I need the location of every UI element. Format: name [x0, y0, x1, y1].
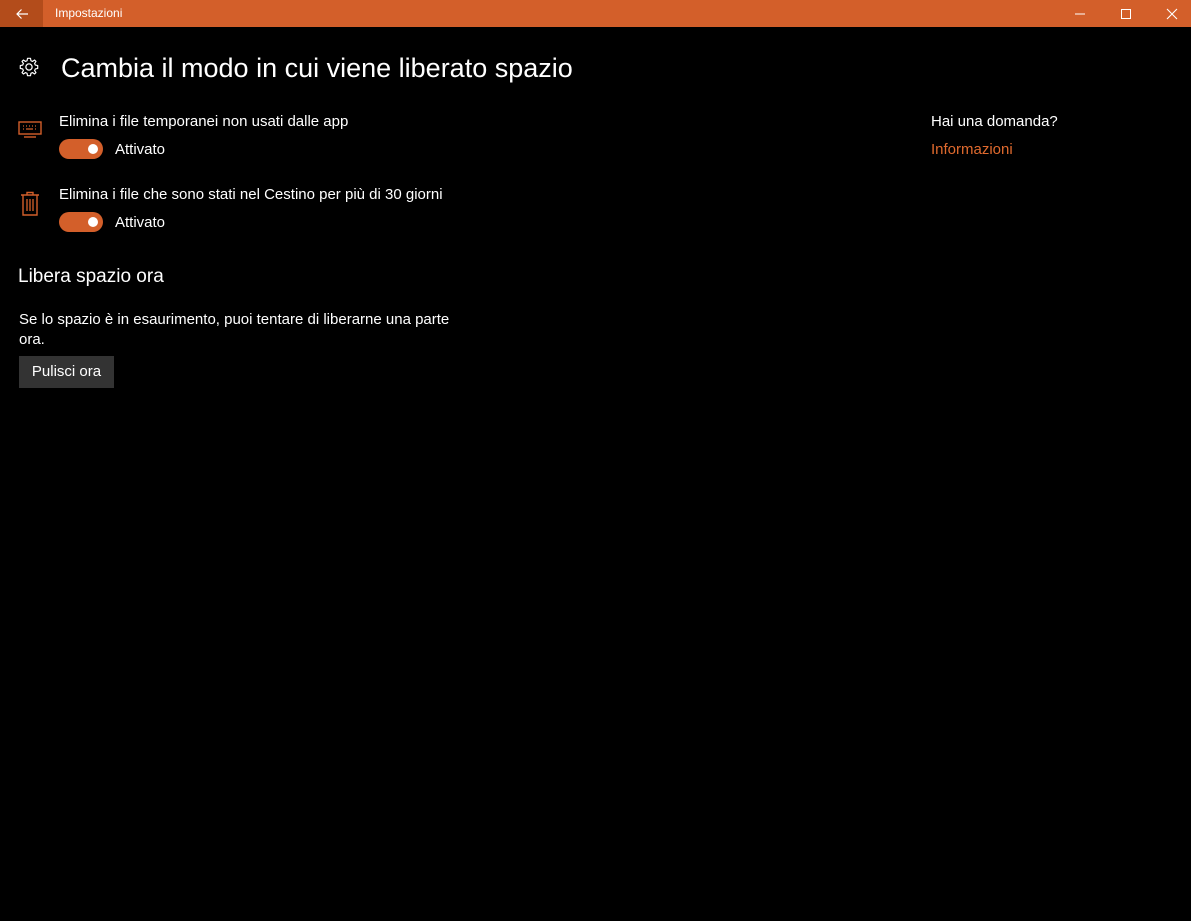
toggle-state-temp-files: Attivato	[115, 141, 166, 158]
gear-icon	[19, 57, 39, 77]
section-title-free-space: Libera spazio ora	[18, 266, 164, 287]
section-description: Se lo spazio è in esaurimento, puoi tent…	[19, 311, 450, 348]
minimize-button[interactable]	[1057, 0, 1103, 27]
minimize-icon	[1075, 13, 1085, 14]
clean-now-button[interactable]: Pulisci ora	[19, 356, 114, 388]
help-title: Hai una domanda?	[931, 113, 1058, 130]
window-title: Impostazioni	[55, 6, 123, 20]
trash-bin-icon	[21, 191, 39, 216]
title-bar: Impostazioni	[0, 0, 1191, 27]
setting-label-recycle-bin: Elimina i file che sono stati nel Cestin…	[59, 186, 443, 203]
toggle-state-recycle-bin: Attivato	[115, 214, 166, 231]
close-icon	[1166, 8, 1178, 19]
toggle-knob	[88, 217, 98, 227]
arrow-left-icon	[15, 8, 28, 19]
toggle-knob	[88, 144, 98, 154]
keyboard-monitor-icon	[18, 121, 42, 138]
maximize-icon	[1121, 8, 1131, 19]
setting-label-temp-files: Elimina i file temporanei non usati dall…	[59, 113, 349, 130]
close-button[interactable]	[1149, 0, 1191, 27]
info-link[interactable]: Informazioni	[931, 140, 1013, 160]
maximize-button[interactable]	[1103, 0, 1149, 27]
toggle-temp-files[interactable]	[59, 139, 103, 159]
toggle-recycle-bin[interactable]	[59, 212, 103, 232]
back-button[interactable]	[0, 0, 43, 27]
page-title: Cambia il modo in cui viene liberato spa…	[61, 53, 573, 83]
